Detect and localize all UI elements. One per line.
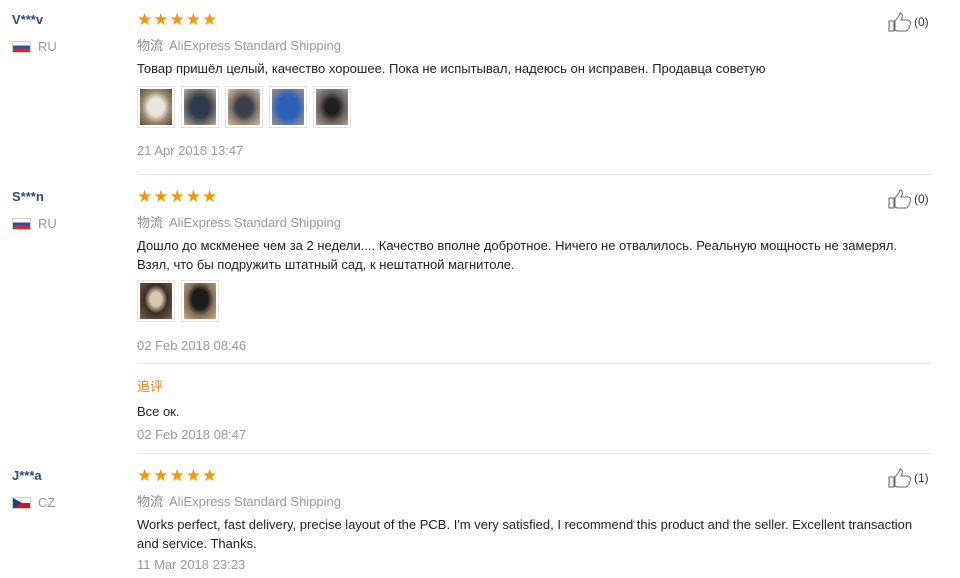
star-icon: ★ xyxy=(185,466,201,485)
reviewer-name[interactable]: V***v xyxy=(12,12,43,27)
review-date: 02 Feb 2018 08:46 xyxy=(137,338,247,353)
review-photo[interactable] xyxy=(181,86,219,128)
reviewer-country: RU xyxy=(12,216,57,231)
star-icon: ★ xyxy=(185,10,201,29)
shipping-info: 物流 AliExpress Standard Shipping xyxy=(137,491,341,510)
star-icon: ★ xyxy=(202,187,218,206)
star-icon: ★ xyxy=(137,187,153,206)
shipping-method: AliExpress Standard Shipping xyxy=(169,215,342,230)
star-icon: ★ xyxy=(153,10,169,29)
review-date: 21 Apr 2018 13:47 xyxy=(137,143,244,158)
thumbs-up-icon xyxy=(888,189,911,209)
divider xyxy=(137,174,931,175)
country-code: RU xyxy=(38,39,57,54)
reviewer-name[interactable]: S***n xyxy=(12,189,44,204)
followup-label: 追评 xyxy=(137,379,164,394)
review-photos xyxy=(137,280,219,322)
thumbs-up-icon xyxy=(888,468,911,488)
star-icon: ★ xyxy=(137,466,153,485)
country-code: CZ xyxy=(38,495,56,510)
reviewer-country: CZ xyxy=(12,495,55,510)
reviewer-country: RU xyxy=(12,39,57,54)
shipping-method: AliExpress Standard Shipping xyxy=(169,494,342,509)
followup-date: 02 Feb 2018 08:47 xyxy=(137,427,247,442)
flag-icon xyxy=(12,40,31,53)
helpful-count: (0) xyxy=(914,192,929,206)
review-photo[interactable] xyxy=(137,86,175,128)
star-rating: ★ ★ ★ ★ ★ xyxy=(137,188,217,205)
country-code: RU xyxy=(38,216,57,231)
star-icon: ★ xyxy=(169,466,185,485)
review-date: 11 Mar 2018 23:23 xyxy=(137,557,246,572)
review-photo[interactable] xyxy=(225,86,263,128)
logistics-label: 物流 xyxy=(137,215,164,230)
logistics-label: 物流 xyxy=(137,494,164,509)
review-photo[interactable] xyxy=(181,280,219,322)
reviewer-name[interactable]: J***a xyxy=(12,468,42,483)
thumbs-up-icon xyxy=(888,12,911,32)
helpful-button[interactable]: (1) xyxy=(888,468,929,488)
star-rating: ★ ★ ★ ★ ★ xyxy=(137,467,217,484)
star-icon: ★ xyxy=(202,10,218,29)
helpful-count: (0) xyxy=(914,15,929,29)
logistics-label: 物流 xyxy=(137,38,164,53)
review-photo[interactable] xyxy=(269,86,307,128)
star-icon: ★ xyxy=(153,187,169,206)
shipping-method: AliExpress Standard Shipping xyxy=(169,38,342,53)
divider xyxy=(137,363,931,364)
helpful-button[interactable]: (0) xyxy=(888,12,929,32)
star-icon: ★ xyxy=(169,187,185,206)
review-photo[interactable] xyxy=(313,86,351,128)
star-icon: ★ xyxy=(202,466,218,485)
star-icon: ★ xyxy=(153,466,169,485)
star-icon: ★ xyxy=(137,10,153,29)
shipping-info: 物流 AliExpress Standard Shipping xyxy=(137,35,341,54)
review-photos xyxy=(137,86,351,128)
star-icon: ★ xyxy=(185,187,201,206)
followup-text: Все ок. xyxy=(137,404,180,419)
review-text: Товар пришёл целый, качество хорошее. По… xyxy=(137,61,766,76)
flag-icon xyxy=(12,217,31,230)
star-rating: ★ ★ ★ ★ ★ xyxy=(137,11,217,28)
review-text: Дошло до мскменее чем за 2 недели.... Ка… xyxy=(137,238,898,272)
divider xyxy=(137,453,931,454)
flag-icon xyxy=(12,496,31,509)
helpful-count: (1) xyxy=(914,471,929,485)
helpful-button[interactable]: (0) xyxy=(888,189,929,209)
star-icon: ★ xyxy=(169,10,185,29)
review-photo[interactable] xyxy=(137,280,175,322)
shipping-info: 物流 AliExpress Standard Shipping xyxy=(137,212,341,231)
review-text: Works perfect, fast delivery, precise la… xyxy=(137,517,913,551)
